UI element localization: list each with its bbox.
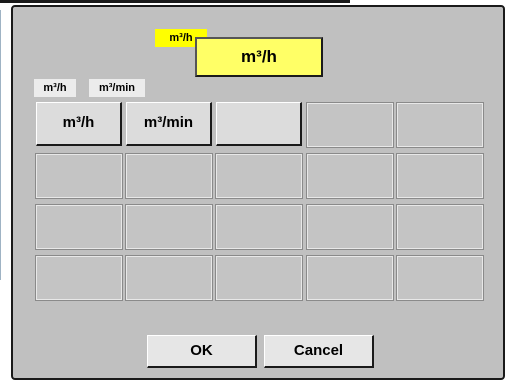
unit-key-empty [215, 153, 303, 199]
unit-key-empty[interactable] [216, 102, 302, 146]
unit-key-m3min[interactable]: m³/min [126, 102, 212, 146]
unit-key-empty [125, 153, 213, 199]
unit-key-empty [215, 204, 303, 250]
unit-tag-m3h: m³/h [34, 79, 76, 97]
ok-button[interactable]: OK [147, 335, 257, 368]
unit-key-empty [306, 102, 394, 148]
unit-key-m3h[interactable]: m³/h [36, 102, 122, 146]
selected-unit-display: m³/h [195, 37, 323, 77]
unit-key-empty [396, 153, 484, 199]
unit-tag-m3min: m³/min [89, 79, 145, 97]
unit-key-empty [125, 255, 213, 301]
unit-key-empty [396, 102, 484, 148]
unit-key-empty [35, 204, 123, 250]
unit-key-empty [125, 204, 213, 250]
window-left-edge [0, 10, 1, 280]
unit-key-empty [35, 153, 123, 199]
unit-key-empty [396, 204, 484, 250]
unit-key-empty [306, 255, 394, 301]
cancel-button[interactable]: Cancel [264, 335, 374, 368]
window-top-border [0, 0, 350, 3]
unit-key-empty [306, 153, 394, 199]
unit-key-empty [306, 204, 394, 250]
unit-key-empty [35, 255, 123, 301]
unit-key-empty [215, 255, 303, 301]
unit-key-empty [396, 255, 484, 301]
